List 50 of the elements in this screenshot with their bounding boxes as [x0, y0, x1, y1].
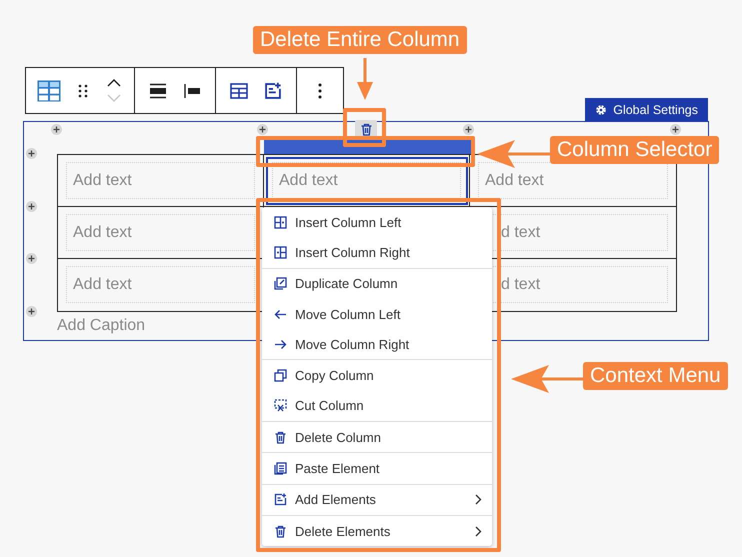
- copy-icon: [274, 369, 287, 382]
- trash-icon: [274, 430, 287, 444]
- duplicate-icon: [274, 277, 287, 290]
- table-icon: [37, 80, 61, 102]
- menu-item[interactable]: Delete Elements: [262, 516, 492, 546]
- cell-text-field[interactable]: Add text: [66, 266, 255, 303]
- chevron-right-icon: [475, 494, 482, 506]
- trash-icon: [360, 122, 372, 136]
- menu-item[interactable]: Cut Column: [262, 390, 492, 422]
- add-handle-icon[interactable]: [26, 253, 37, 264]
- callout-label: Context Menu: [583, 362, 728, 390]
- cut-icon: [274, 399, 287, 412]
- add-handle-icon[interactable]: [257, 124, 268, 135]
- menu-item[interactable]: Move Column Right: [262, 329, 492, 360]
- align-wide-icon: [150, 82, 166, 98]
- add-handle-icon[interactable]: [26, 148, 37, 159]
- cell-text-field[interactable]: Add text: [272, 162, 461, 199]
- callout-label: Delete Entire Column: [253, 26, 467, 54]
- paste-icon: [274, 462, 287, 476]
- chevron-down-icon: [107, 94, 121, 102]
- callout-arrow: [355, 58, 375, 100]
- cell-text-field[interactable]: Add text: [66, 162, 255, 199]
- menu-item[interactable]: Add Elements: [262, 484, 492, 515]
- add-handle-icon[interactable]: [463, 124, 474, 135]
- drag-handle-icon: [78, 84, 88, 98]
- global-settings-tab[interactable]: Global Settings: [585, 98, 708, 121]
- add-handle-icon[interactable]: [51, 124, 62, 135]
- menu-item[interactable]: Copy Column: [262, 360, 492, 391]
- menu-item[interactable]: Delete Column: [262, 422, 492, 452]
- add-handle-icon[interactable]: [26, 201, 37, 212]
- trash-icon: [274, 524, 287, 538]
- callout-label: Column Selector: [550, 136, 720, 164]
- arrow-left-icon: [274, 308, 287, 321]
- add-element-icon: [274, 493, 287, 506]
- chevron-up-icon: [107, 79, 121, 87]
- menu-item[interactable]: Paste Element: [262, 453, 492, 484]
- cell-text-field[interactable]: Add text: [66, 214, 255, 251]
- chevron-right-icon: [475, 526, 482, 537]
- add-element-icon: [264, 82, 282, 100]
- more-options-icon: [318, 82, 322, 98]
- table-grid-icon: [230, 82, 248, 98]
- caption-field[interactable]: Add Caption: [57, 317, 257, 335]
- arrow-right-icon: [274, 338, 287, 351]
- add-handle-icon[interactable]: [26, 306, 37, 317]
- align-left-icon: [184, 82, 200, 98]
- insert-column-left-icon: [274, 216, 287, 229]
- insert-column-right-icon: [274, 246, 287, 259]
- add-handle-icon[interactable]: [670, 124, 681, 135]
- callout-arrow: [511, 364, 583, 394]
- settings-icon: [595, 104, 608, 116]
